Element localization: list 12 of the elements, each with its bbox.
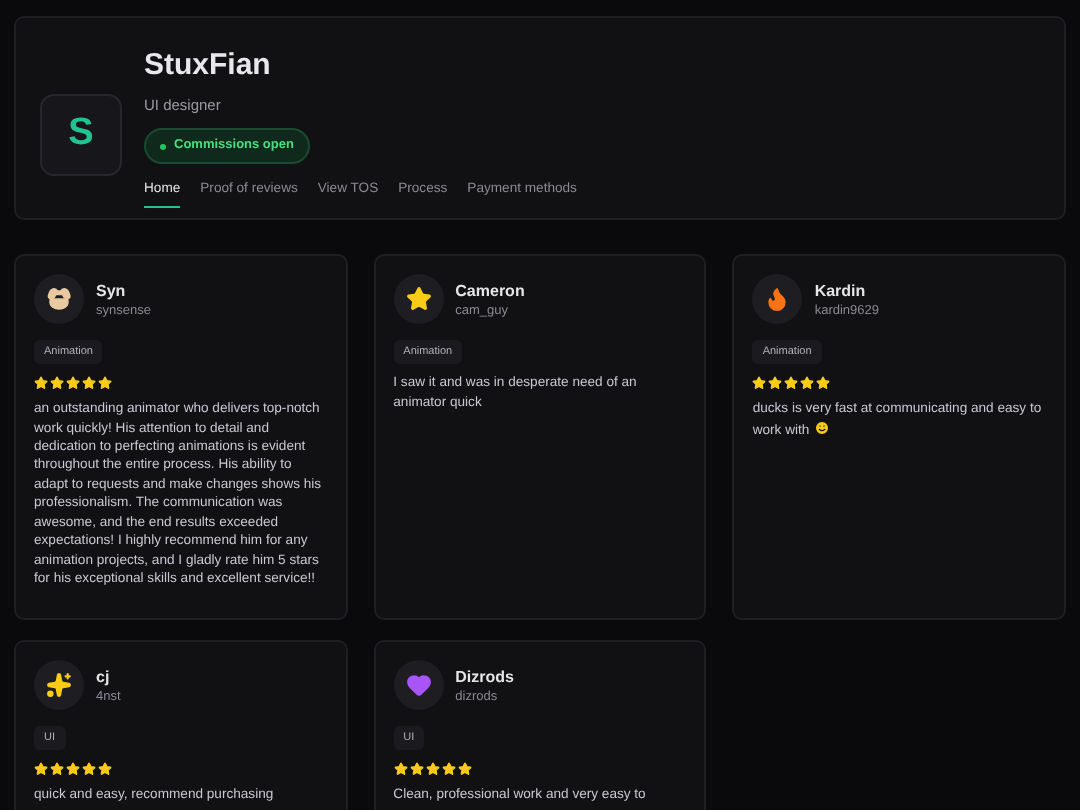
flame-icon — [764, 286, 791, 312]
reviewer-name: Kardin — [814, 279, 868, 301]
reviewer-name: Cameron — [455, 279, 525, 301]
sparkles-icon — [46, 672, 72, 698]
reviewer-name: cj — [96, 665, 112, 687]
reviewer-name: Syn — [96, 279, 128, 301]
heart-icon — [405, 672, 432, 698]
profile-name: StuxFian — [144, 46, 271, 84]
profile-logo: S — [40, 94, 122, 176]
smiley-icon — [813, 419, 830, 436]
star-icon — [405, 286, 432, 312]
reviewer-name: Dizrods — [455, 665, 514, 687]
